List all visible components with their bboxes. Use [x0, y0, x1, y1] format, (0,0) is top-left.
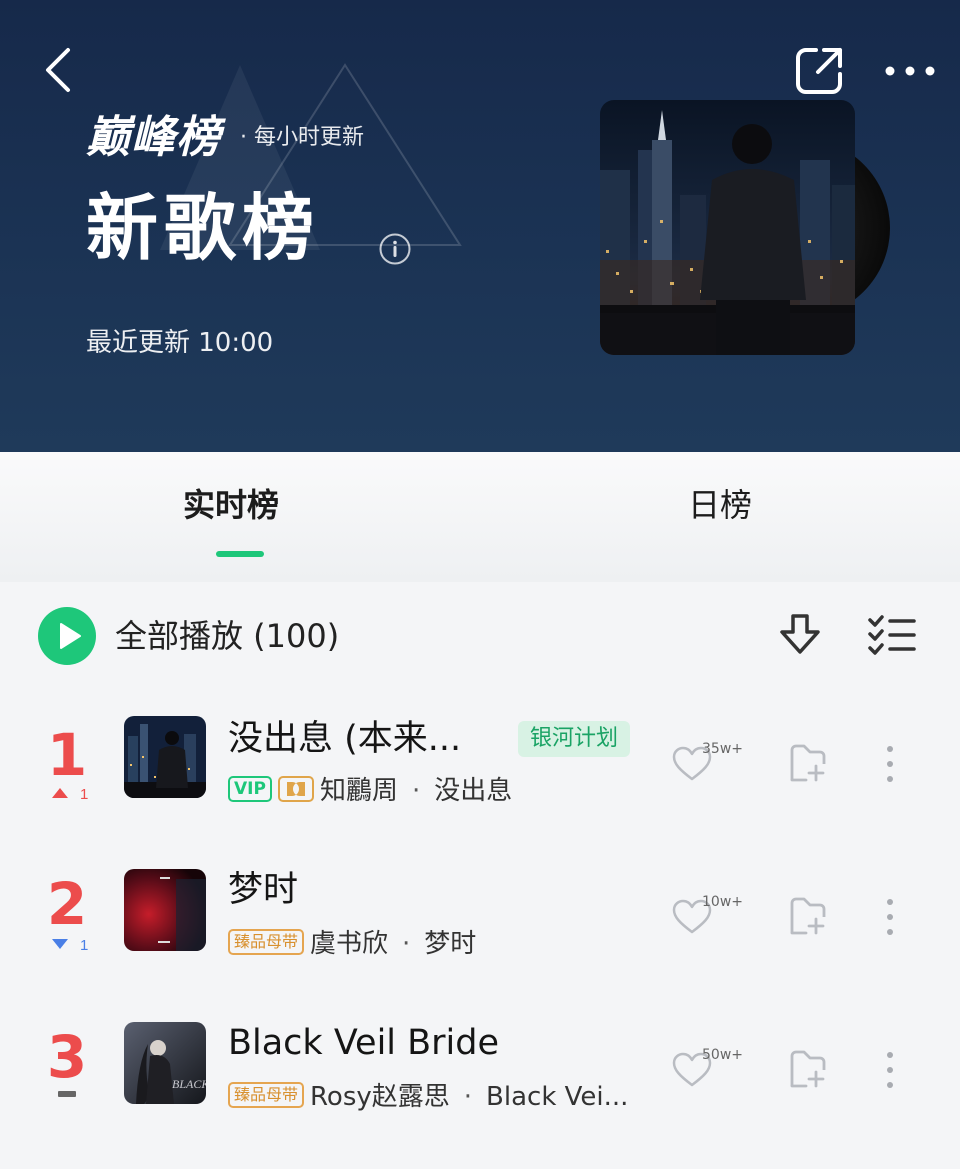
cover-art-lettering: BLACK: [172, 1077, 206, 1091]
play-all-label[interactable]: 全部播放 (100): [115, 614, 339, 658]
play-all-button[interactable]: [38, 607, 96, 665]
song-meta: VIP 知鸝周 · 没出息: [228, 774, 512, 808]
song-rank: 3: [46, 1023, 88, 1091]
song-meta: 臻品母带 虞书欣 · 梦时: [228, 927, 476, 961]
add-to-playlist-icon[interactable]: [788, 1050, 826, 1090]
chart-brand: 巅峰榜: [86, 112, 221, 163]
song-cover-image: [124, 869, 206, 951]
more-vertical-icon[interactable]: [880, 1050, 900, 1090]
trend-value: 1: [80, 937, 88, 954]
city-night-cover: [600, 100, 855, 355]
song-rank: 2: [46, 870, 88, 938]
info-button[interactable]: [378, 232, 412, 266]
back-button[interactable]: [38, 44, 82, 96]
song-cover: BLACK: [124, 1022, 206, 1104]
dolby-icon: [286, 781, 305, 796]
add-to-playlist-icon[interactable]: [788, 744, 826, 784]
galaxy-plan-tag: 银河计划: [518, 721, 631, 757]
chart-header: 巅峰榜 · 每小时更新 新歌榜 最近更新 10:00: [0, 0, 960, 452]
song-row-3[interactable]: 3 BLACK Black Veil Bride 臻品母带 Rosy赵露思 · Bla…: [0, 1016, 960, 1166]
separator-dot: ·: [411, 776, 421, 806]
multi-select-button[interactable]: [866, 612, 918, 658]
play-icon: [60, 623, 81, 649]
chart-cover-image: [600, 100, 855, 355]
share-button[interactable]: [794, 44, 846, 96]
active-tab-indicator: [216, 551, 264, 557]
song-row-2[interactable]: 2 1 梦时 臻品母带 虞书欣 · 梦时 10w+: [0, 863, 960, 1013]
page-title: 新歌榜: [86, 186, 321, 270]
trend-unchanged-icon: [58, 1091, 76, 1097]
song-artist[interactable]: 虞书欣: [310, 929, 388, 959]
song-album[interactable]: 梦时: [424, 929, 476, 959]
trend-down-icon: 1: [52, 937, 88, 954]
master-quality-badge: 臻品母带: [228, 1081, 305, 1108]
song-artist[interactable]: Rosy赵露思: [310, 1082, 450, 1112]
chevron-left-icon: [46, 48, 70, 92]
tab-daily[interactable]: 日榜: [688, 482, 752, 528]
song-rank: 1: [46, 721, 88, 789]
like-count: 35w+: [702, 741, 743, 757]
song-album[interactable]: Black Vei...: [486, 1082, 628, 1112]
song-cover: [124, 869, 206, 951]
song-album[interactable]: 没出息: [434, 776, 512, 806]
song-row-1[interactable]: 1 1 没出息 (本来... 银河计划 VIP 知鸝周 · 没出息 35w+: [0, 710, 960, 860]
song-cover-image: BLACK: [124, 1022, 206, 1104]
last-update-time: 最近更新 10:00: [86, 328, 274, 358]
trend-up-icon: 1: [52, 786, 88, 803]
download-button[interactable]: [776, 610, 824, 660]
chart-tabs: [0, 452, 960, 582]
more-vertical-icon[interactable]: [880, 744, 900, 784]
master-quality-badge: 臻品母带: [228, 928, 305, 955]
song-cover-image: [124, 716, 206, 798]
like-count: 10w+: [702, 894, 743, 910]
dolby-badge: [277, 775, 314, 802]
checklist-icon: [868, 615, 916, 655]
more-vertical-icon[interactable]: [880, 897, 900, 937]
more-horizontal-icon: [885, 66, 935, 76]
download-icon: [780, 614, 820, 654]
separator-dot: ·: [463, 1082, 473, 1112]
trend-value: 1: [80, 786, 88, 803]
song-title: 梦时: [228, 870, 299, 910]
update-frequency: · 每小时更新: [240, 125, 364, 150]
song-title: 没出息 (本来...: [228, 719, 462, 759]
like-count: 50w+: [702, 1047, 743, 1063]
song-meta: 臻品母带 Rosy赵露思 · Black Vei...: [228, 1080, 628, 1114]
separator-dot: ·: [402, 929, 411, 959]
tab-realtime[interactable]: 实时榜: [183, 482, 279, 528]
info-icon: [379, 233, 411, 265]
song-title: Black Veil Bride: [228, 1023, 500, 1063]
song-cover: [124, 716, 206, 798]
song-artist[interactable]: 知鸝周: [320, 776, 398, 806]
vip-badge: VIP: [228, 775, 272, 802]
add-to-playlist-icon[interactable]: [788, 897, 826, 937]
share-icon: [796, 48, 842, 94]
more-button[interactable]: [880, 54, 940, 88]
